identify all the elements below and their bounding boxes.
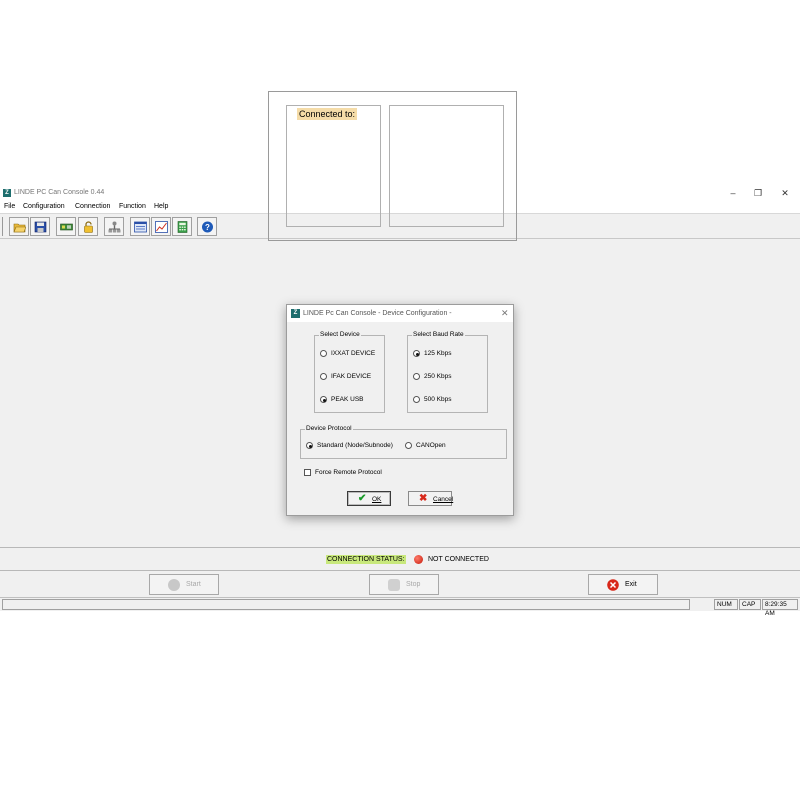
connection-panel-group-right (389, 105, 504, 227)
network-button[interactable] (104, 217, 124, 236)
radio-standard-label: Standard (Node/Subnode) (317, 442, 393, 449)
baud-rate-group: Select Baud Rate 125 Kbps 250 Kbps 500 K… (407, 331, 488, 413)
maximize-icon[interactable]: ❐ (751, 187, 765, 199)
device-configuration-dialog: Z LINDE Pc Can Console - Device Configur… (286, 304, 514, 516)
svg-text:?: ? (205, 223, 210, 232)
help-icon: ? (202, 221, 213, 233)
menu-file[interactable]: File (4, 203, 15, 210)
monitor-window-icon (134, 221, 147, 233)
device-protocol-title: Device Protocol (305, 425, 353, 432)
connection-status-label: CONNECTION STATUS: (326, 555, 406, 564)
window-title: LINDE PC Can Console 0.44 (14, 189, 105, 196)
exit-label: Exit (625, 581, 637, 588)
baud-rate-title: Select Baud Rate (412, 331, 465, 338)
action-bar: Start Stop Exit (0, 571, 800, 597)
menu-function[interactable]: Function (119, 203, 146, 210)
radio-peak-label: PEAK USB (331, 396, 364, 403)
help-button[interactable]: ? (197, 217, 217, 236)
toolbar-grip[interactable] (2, 217, 4, 236)
radio-canopen-dot (405, 442, 412, 449)
radio-standard-dot (306, 442, 313, 449)
select-device-group: Select Device IXXAT DEVICE IFAK DEVICE P… (314, 331, 385, 413)
minimize-icon[interactable]: – (726, 187, 740, 199)
ok-button[interactable]: ✔ OK (347, 491, 391, 506)
close-icon[interactable]: ✕ (778, 187, 792, 199)
num-lock-indicator: NUM (714, 599, 738, 610)
radio-peak-dot (320, 396, 327, 403)
force-remote-label: Force Remote Protocol (315, 469, 382, 476)
start-button[interactable]: Start (149, 574, 219, 595)
status-led-icon (414, 555, 423, 564)
menu-help[interactable]: Help (154, 203, 168, 210)
select-device-title: Select Device (319, 331, 361, 338)
open-folder-icon (13, 223, 26, 233)
stop-label: Stop (406, 581, 421, 588)
unlock-button[interactable] (78, 217, 98, 236)
radio-ixxat-dot (320, 350, 327, 357)
exit-button[interactable]: Exit (588, 574, 658, 595)
caps-lock-indicator: CAP (739, 599, 761, 610)
save-disk-icon (34, 221, 47, 233)
radio-500-label: 500 Kbps (424, 396, 452, 403)
radio-500-dot (413, 396, 420, 403)
monitor-button[interactable] (130, 217, 150, 236)
device-protocol-group: Device Protocol Standard (Node/Subnode) … (300, 425, 507, 459)
radio-125-label: 125 Kbps (424, 350, 452, 357)
can-interface-button[interactable] (56, 217, 76, 236)
cancel-button[interactable]: ✖ Cancel (408, 491, 454, 506)
stop-hand-icon (388, 579, 400, 591)
network-icon (108, 221, 121, 233)
open-button[interactable] (9, 217, 29, 236)
app-logo-icon: Z (3, 189, 11, 197)
radio-canopen-label: CANOpen (416, 442, 446, 449)
connected-to-label: Connected to: (297, 108, 358, 120)
status-message-pane (2, 599, 690, 610)
radio-ifak-dot (320, 373, 327, 380)
dialog-title-bar: Z LINDE Pc Can Console - Device Configur… (287, 305, 513, 322)
save-button[interactable] (30, 217, 50, 236)
can-interface-icon (60, 223, 73, 231)
force-remote-box (304, 469, 311, 476)
ok-label: OK (372, 496, 382, 503)
cancel-x-icon: ✖ (419, 493, 428, 504)
connection-status-bar: CONNECTION STATUS: NOT CONNECTED (0, 547, 800, 571)
unlock-icon (84, 221, 93, 233)
calculator-button[interactable] (172, 217, 192, 236)
radio-250-dot (413, 373, 420, 380)
check-icon: ✔ (358, 493, 367, 504)
menu-configuration[interactable]: Configuration (23, 203, 65, 210)
connection-status-value: NOT CONNECTED (428, 556, 489, 563)
start-arrow-icon (168, 579, 180, 591)
radio-125-dot (413, 350, 420, 357)
dialog-close-icon[interactable]: ✕ (501, 308, 509, 319)
status-bar: NUM CAP 8:29:35 AM (0, 597, 800, 617)
start-label: Start (186, 581, 201, 588)
cancel-label: Cancel (433, 496, 454, 503)
stop-button[interactable]: Stop (369, 574, 439, 595)
menu-connection[interactable]: Connection (75, 203, 110, 210)
calculator-icon (177, 221, 188, 233)
dialog-logo-icon: Z (291, 309, 300, 318)
radio-ifak-label: IFAK DEVICE (331, 373, 372, 380)
dialog-title: LINDE Pc Can Console - Device Configurat… (303, 310, 452, 317)
chart-button[interactable] (151, 217, 171, 236)
connection-panel-group-left (286, 105, 381, 227)
chart-icon (155, 221, 168, 233)
exit-x-icon (607, 579, 619, 591)
radio-250-label: 250 Kbps (424, 373, 452, 380)
clock: 8:29:35 AM (762, 599, 798, 617)
radio-ixxat-label: IXXAT DEVICE (331, 350, 376, 357)
